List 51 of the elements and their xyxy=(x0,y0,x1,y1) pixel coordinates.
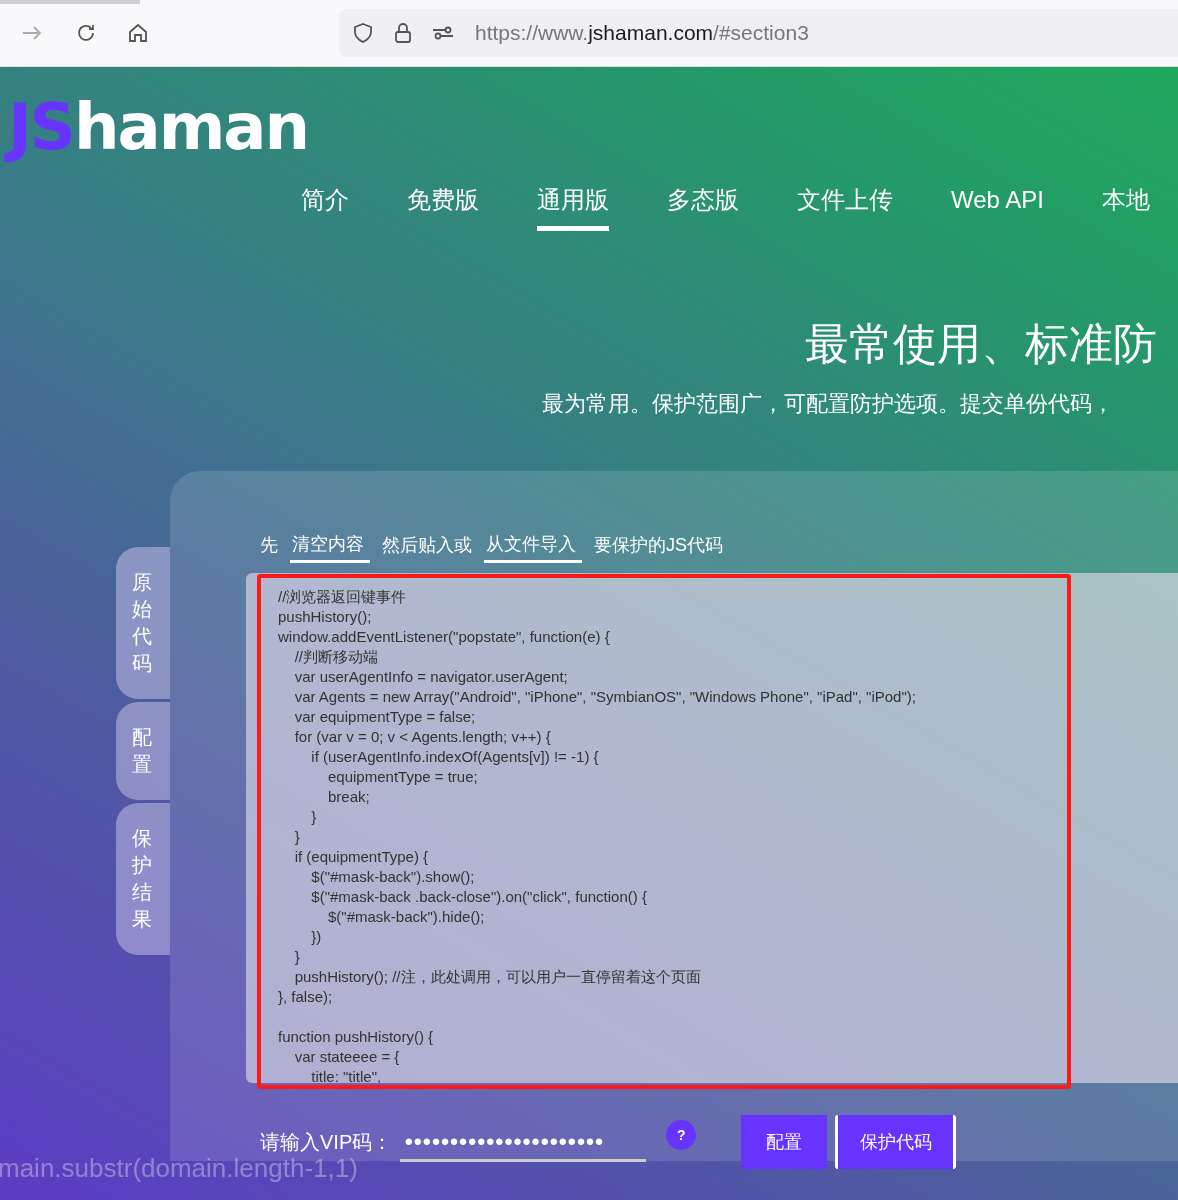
code-line: }, false); xyxy=(278,987,334,1007)
nav-tab[interactable]: Web API xyxy=(951,183,1044,231)
code-line: } xyxy=(293,827,301,847)
code-line: window.addEventListener("popstate", function(e) { xyxy=(278,627,611,647)
instruction-link[interactable]: 从文件导入 xyxy=(484,527,582,563)
code-line: }) xyxy=(310,927,323,947)
nav-tab[interactable]: 免费版 xyxy=(407,183,479,231)
code-line: var stateeee = { xyxy=(293,1047,401,1067)
nav-tab[interactable]: 文件上传 xyxy=(797,183,893,231)
nav-tab[interactable]: 简介 xyxy=(301,183,349,231)
help-button[interactable]: ? xyxy=(666,1120,697,1150)
instruction-text: 然后贴入或 xyxy=(382,534,472,557)
code-line: $("#mask-back").show(); xyxy=(310,867,476,887)
protect-button[interactable]: 保护代码 xyxy=(835,1115,957,1169)
code-line: pushHistory(); //注，此处调用，可以用户一直停留着这个页面 xyxy=(293,967,702,987)
instruction-text: 先 xyxy=(260,534,278,557)
code-line: } xyxy=(293,947,301,967)
code-line: equipmentType = true; xyxy=(327,767,479,787)
jshaman-logo[interactable]: JShaman xyxy=(0,67,1178,165)
side-tab[interactable]: 原始代码 xyxy=(116,547,170,699)
background-code-text: main.substr(domain.length-1,1) xyxy=(0,1153,358,1184)
side-tab[interactable]: 保护结果 xyxy=(116,803,170,955)
code-line: break; xyxy=(327,787,371,807)
code-line: if (equipmentType) { xyxy=(293,847,430,867)
nav-tab[interactable]: 多态版 xyxy=(667,183,739,231)
vip-label: 请输入VIP码： xyxy=(260,1129,393,1155)
code-line: } xyxy=(310,807,318,827)
url-text: https://www.jshaman.com/#section3 xyxy=(475,21,809,45)
vip-input-field[interactable]: ●●●●●●●●●●●●●●●●●●●●●● xyxy=(400,1122,647,1162)
side-tab[interactable]: 配置 xyxy=(116,702,170,800)
instruction-link[interactable]: 清空内容 xyxy=(290,527,370,563)
nav-tab[interactable]: 本地 xyxy=(1101,183,1150,231)
instruction-text: 要保护的JS代码 xyxy=(594,534,723,557)
section-subtitle: 最为常用。保护范围广，可配置防护选项。提交单份代码， xyxy=(542,390,1115,418)
code-line: pushHistory(); xyxy=(278,607,373,627)
code-line: //浏览器返回键事件 xyxy=(278,587,408,607)
code-line: for (var v = 0; v < Agents.length; v++) { xyxy=(293,727,552,747)
shield-icon xyxy=(351,21,375,45)
code-line: if (userAgentInfo.indexOf(Agents[v]) != -1) { xyxy=(310,747,600,767)
section-heading: 最常使用、标准防 xyxy=(805,318,1158,370)
code-line: var userAgentInfo = navigator.userAgent; xyxy=(293,667,569,687)
code-line: var equipmentType = false; xyxy=(293,707,477,727)
code-line: $("#mask-back .back-close").on("click", function() { xyxy=(310,887,648,907)
address-bar[interactable]: https://www.jshaman.com/#section3 xyxy=(339,9,1178,57)
code-line: //判断移动端 xyxy=(293,647,379,667)
code-line: function pushHistory() { xyxy=(278,1027,435,1047)
code-line: $("#mask-back").hide(); xyxy=(327,907,486,927)
config-button[interactable]: 配置 xyxy=(741,1115,828,1169)
nav-tab[interactable]: 通用版 xyxy=(537,183,609,231)
home-icon xyxy=(126,21,150,45)
code-line: var Agents = new Array("Android", "iPhone", "SymbianOS", "Windows Phone", "iPad", "iPod"); xyxy=(293,687,917,707)
